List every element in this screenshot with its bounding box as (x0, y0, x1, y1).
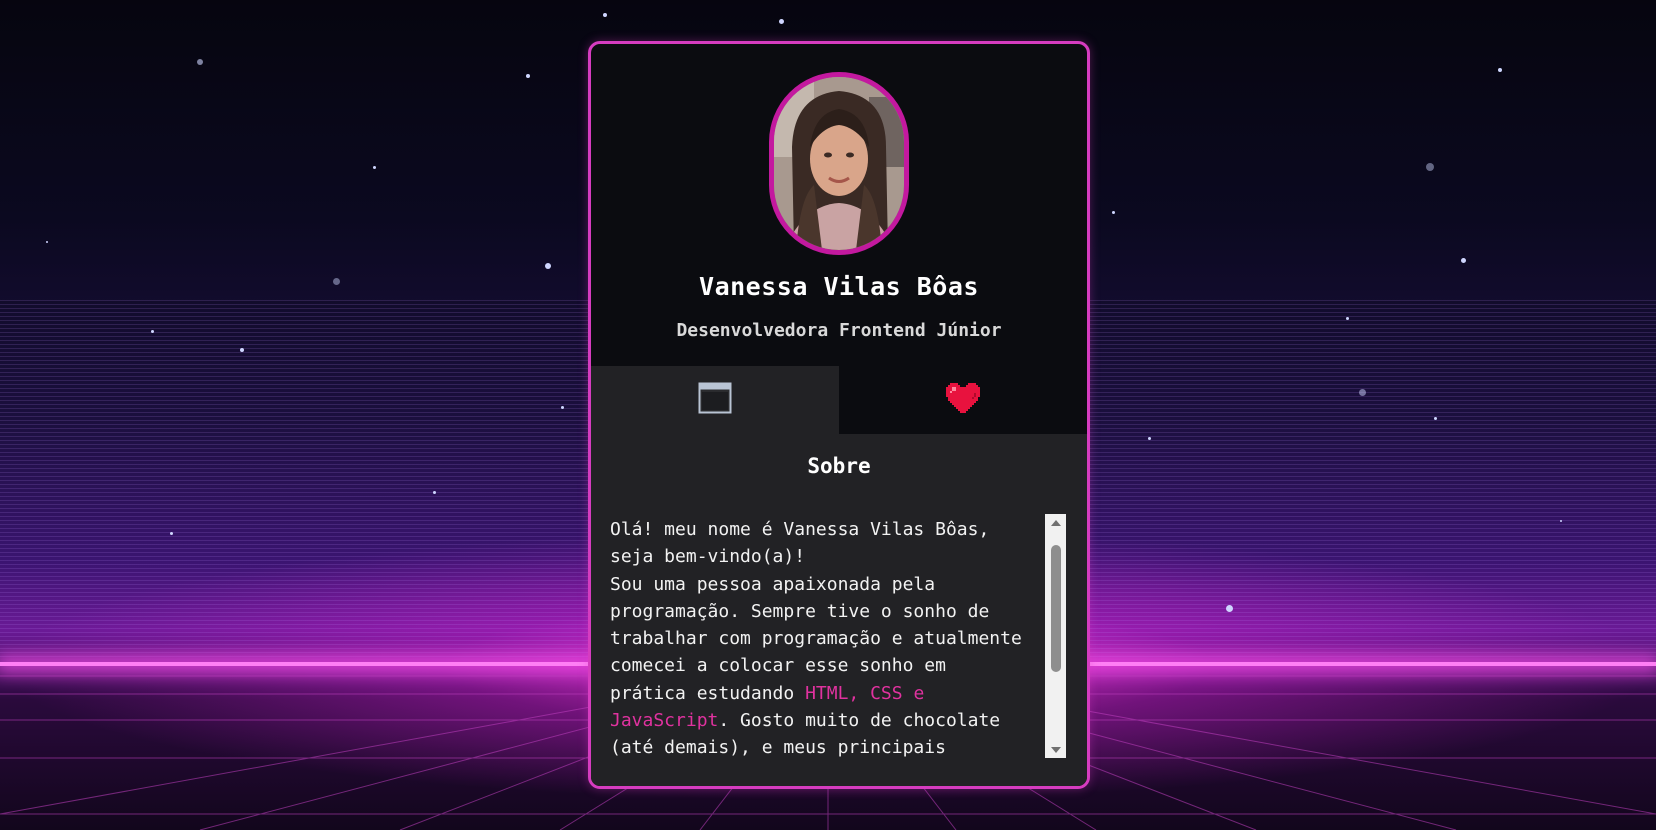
scroll-down-icon[interactable] (1045, 741, 1066, 758)
star (1346, 317, 1349, 320)
star (1498, 68, 1502, 72)
star (561, 406, 564, 409)
tab-likes[interactable] (839, 366, 1087, 434)
star (1426, 163, 1434, 171)
star (170, 532, 173, 535)
scrollbar-thumb[interactable] (1051, 545, 1061, 672)
star (333, 278, 340, 285)
star (46, 241, 48, 243)
star (1148, 437, 1151, 440)
star (1112, 211, 1115, 214)
profile-card: Vanessa Vilas Bôas Desenvolvedora Fronte… (588, 41, 1090, 789)
star (779, 19, 784, 24)
scroll-up-icon[interactable] (1045, 514, 1066, 531)
star (545, 263, 551, 269)
tab-about[interactable] (591, 366, 839, 434)
profile-role: Desenvolvedora Frontend Júnior (676, 320, 1002, 341)
heart-icon (946, 383, 980, 417)
star (373, 166, 376, 169)
star (1359, 389, 1366, 396)
star (1226, 605, 1233, 612)
star (526, 74, 530, 78)
profile-photo (769, 72, 909, 255)
about-panel: Sobre Olá! meu nome é Vanessa Vilas Bôas… (591, 434, 1087, 786)
star (433, 491, 436, 494)
about-intro: Olá! meu nome é Vanessa Vilas Bôas, seja… (610, 519, 1022, 704)
star (240, 348, 244, 352)
star (151, 330, 154, 333)
about-text[interactable]: Olá! meu nome é Vanessa Vilas Bôas, seja… (610, 516, 1038, 761)
about-scrollbar[interactable] (1045, 514, 1066, 758)
profile-name: Vanessa Vilas Bôas (699, 272, 979, 301)
star (1560, 520, 1562, 522)
star (603, 13, 607, 17)
star (1461, 258, 1466, 263)
card-tabs (591, 366, 1087, 434)
window-icon (698, 382, 732, 418)
about-title: Sobre (807, 454, 871, 478)
star (1434, 417, 1437, 420)
star (197, 59, 203, 65)
